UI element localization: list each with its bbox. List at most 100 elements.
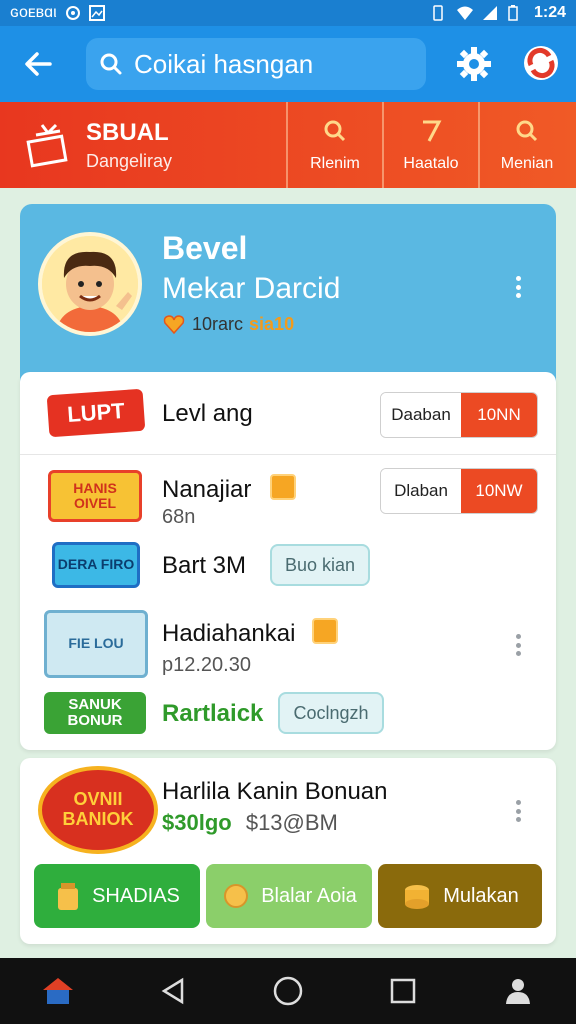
list-item[interactable]: FIE LOU Hadiahankai p12.20.30 [20, 606, 556, 686]
coin-icon [224, 884, 249, 908]
bonus-card: OVNII BANIOK Harlila Kanin Bonuan $30lgo… [20, 758, 556, 944]
wifi-icon [456, 5, 473, 21]
mulakan-button[interactable]: Mulakan [378, 864, 542, 928]
clock-text: 1:24 [533, 4, 566, 21]
level-title: Bevel [162, 230, 248, 266]
person-icon [506, 979, 531, 1004]
bonus-price-gray: $13@BM [245, 810, 338, 835]
gift-icon [26, 123, 68, 168]
seven-icon [418, 118, 444, 151]
image-icon [88, 5, 105, 21]
search-icon [322, 118, 348, 151]
vibrate-icon [430, 5, 446, 21]
points-value: sia10 [249, 313, 295, 334]
home-tab-button[interactable] [28, 961, 88, 1021]
bookmark-icon [312, 618, 338, 644]
banner-tab-label: Menian [500, 154, 554, 172]
item-subtitle: 68n [162, 506, 196, 528]
banner-tab-label: Rlenim [310, 154, 360, 172]
home-nav-button[interactable] [258, 961, 318, 1021]
sync-icon [65, 5, 81, 21]
coin-stack-icon [405, 885, 430, 909]
arrow-left-icon [25, 52, 52, 76]
carrier-text: ɢᴏᴇʙɑι [10, 4, 57, 21]
settings-button[interactable] [450, 40, 498, 88]
item-split-button[interactable]: Daaban 10NN [380, 392, 538, 438]
item-thumbnail: HANIS OIVEL [48, 470, 142, 522]
recents-nav-button[interactable] [373, 961, 433, 1021]
app-bar: Coikai hasngan [0, 26, 576, 102]
bonus-prices: $30lgo $13@BM [162, 810, 338, 836]
profile-name: Mekar Darcid [162, 272, 341, 305]
search-icon [514, 118, 540, 151]
list-item[interactable]: SANUK BONUR Rartlaick Coclngzh [20, 686, 556, 748]
search-icon [100, 53, 122, 75]
banner-subtitle: Dangeliray [86, 150, 173, 171]
banner-title: SBUAL [86, 118, 169, 146]
bookmark-icon [270, 474, 296, 500]
status-bar: ɢᴏᴇʙɑι 1:24 [0, 0, 576, 26]
bonus-title: Harlila Kanin Bonuan [162, 778, 388, 805]
avatar [38, 232, 142, 336]
shadias-button[interactable]: SHADIAS [34, 864, 200, 928]
item-thumbnail: FIE LOU [44, 610, 148, 678]
heart-coin-icon [163, 315, 185, 335]
item-thumbnail: SANUK BONUR [44, 692, 146, 734]
system-nav-bar [0, 958, 576, 1024]
bonus-more-button[interactable] [508, 796, 528, 826]
banner-brand[interactable]: SBUAL Dangeliray [0, 102, 286, 188]
refresh-icon [524, 46, 558, 80]
action-label: Mulakan [443, 884, 519, 907]
search-text: Coikai hasngan [134, 48, 314, 79]
banner-tab-menian[interactable]: Menian [478, 102, 574, 188]
item-more-button[interactable] [508, 630, 528, 660]
back-nav-button[interactable] [143, 961, 203, 1021]
house-icon [42, 978, 73, 1004]
square-recents-icon [390, 978, 416, 1004]
action-label: SHADIAS [92, 884, 180, 907]
cartoon-boy-avatar [42, 236, 138, 332]
blalar-aoia-button[interactable]: Blalar Aoia [206, 864, 372, 928]
list-item[interactable]: HANIS OIVEL Nanajiar 68n Dlaban 10NW [20, 456, 556, 536]
item-title: Nanajiar [162, 476, 252, 503]
profile-card: Bevel Mekar Darcid 10rarc sia10 [20, 204, 556, 384]
gear-icon [457, 47, 491, 81]
rewards-list: LUPT Levl ang Daaban 10NN HANIS OIVEL Na… [20, 372, 556, 750]
bonus-price-green: $30lgo [162, 810, 232, 835]
circle-home-icon [273, 976, 303, 1006]
points-row: 10rarc sia10 [162, 312, 294, 336]
triangle-back-icon [161, 977, 184, 1005]
item-pill-button[interactable]: Coclngzh [278, 692, 384, 734]
split-button-value: 10NW [461, 469, 537, 513]
item-title: Rartlaick [162, 700, 264, 727]
item-title: Levl ang [162, 400, 253, 427]
points-label: 10rarc [192, 313, 244, 334]
list-item[interactable]: LUPT Levl ang Daaban 10NN [20, 372, 556, 452]
bonus-thumbnail: OVNII BANIOK [38, 766, 158, 854]
split-button-value: 10NN [461, 393, 537, 437]
banner-tab-rlenim[interactable]: Rlenim [286, 102, 382, 188]
refresh-button[interactable] [516, 38, 566, 88]
profile-more-button[interactable] [508, 272, 528, 302]
banner-tab-haatalo[interactable]: Haatalo [382, 102, 478, 188]
divider [20, 454, 556, 455]
item-title: Bart 3M [162, 552, 247, 579]
back-button[interactable] [8, 34, 68, 94]
signal-icon [482, 5, 498, 21]
item-split-button[interactable]: Dlaban 10NW [380, 468, 538, 514]
item-pill-button[interactable]: Buo kian [270, 544, 370, 586]
profile-nav-button[interactable] [488, 961, 548, 1021]
list-item[interactable]: DERA FIRO Bart 3M Buo kian [20, 536, 556, 598]
search-input[interactable]: Coikai hasngan [86, 38, 426, 90]
category-banner: SBUAL Dangeliray Rlenim Haatalo Menian [0, 102, 576, 188]
item-subtitle: p12.20.30 [162, 654, 251, 676]
split-button-label: Daaban [381, 393, 461, 437]
split-button-label: Dlaban [381, 469, 461, 513]
item-thumbnail: LUPT [46, 388, 146, 438]
item-title: Hadiahankai [162, 620, 296, 647]
item-thumbnail: DERA FIRO [52, 542, 140, 588]
jar-icon [58, 883, 79, 910]
battery-icon [508, 5, 524, 21]
action-label: Blalar Aoia [261, 884, 357, 907]
banner-tab-label: Haatalo [403, 154, 459, 172]
